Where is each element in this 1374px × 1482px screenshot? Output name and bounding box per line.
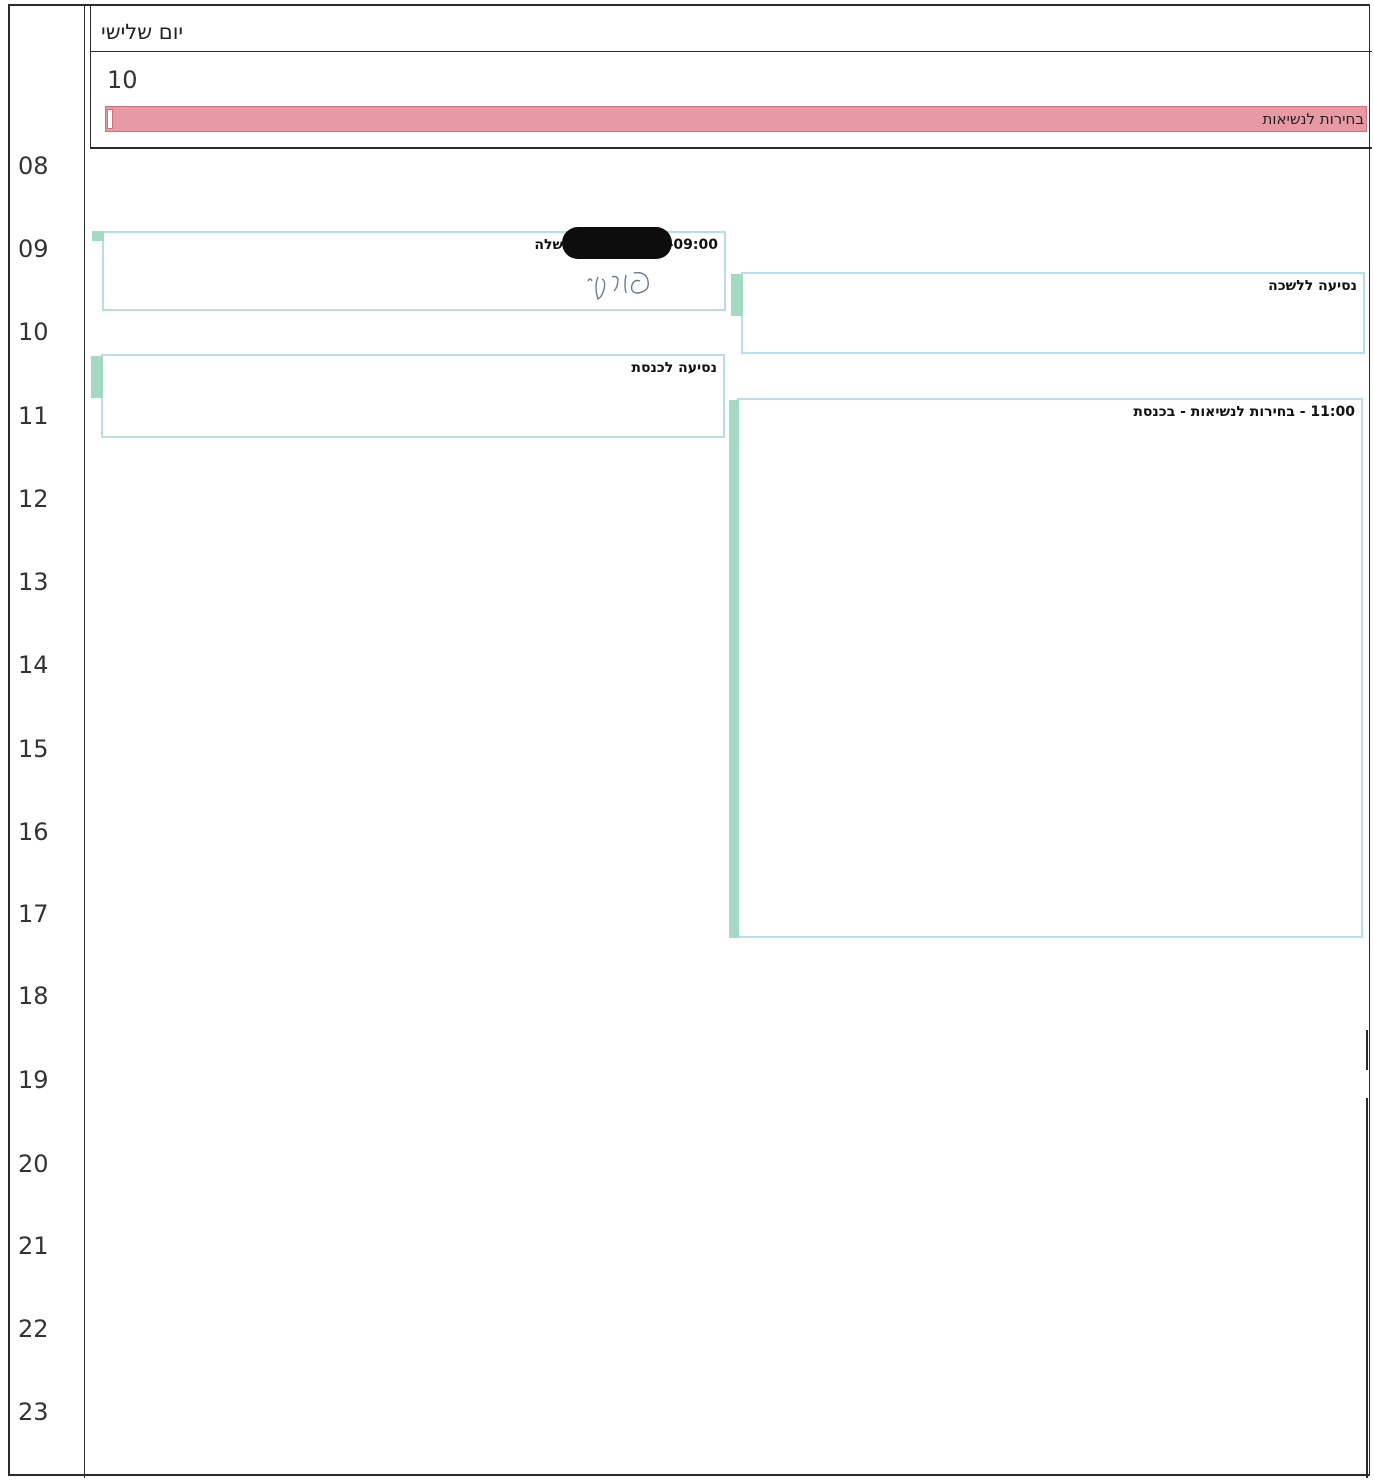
hour-label: 15 (18, 735, 49, 763)
date-row: 10 בחירות לנשיאות (90, 52, 1372, 148)
time-column-divider (84, 4, 85, 1478)
scan-edge-mark (1366, 1098, 1368, 1478)
event-title: נסיעה ללשכה (1268, 278, 1357, 294)
header-separator (90, 147, 1372, 149)
hour-label: 18 (18, 982, 49, 1010)
all-day-event-label: בחירות לנשיאות (1262, 110, 1365, 128)
day-header: יום שלישי (90, 6, 1372, 52)
hour-label: 16 (18, 818, 49, 846)
hour-label: 13 (18, 568, 49, 596)
event-card[interactable]: נסיעה ללשכה (731, 272, 1365, 354)
redaction-mark (562, 227, 672, 259)
date-number[interactable]: 10 (107, 66, 138, 94)
hour-label: 08 (18, 152, 49, 180)
hour-label: 23 (18, 1398, 49, 1426)
hour-label: 11 (18, 402, 49, 430)
all-day-event-handle[interactable] (107, 109, 113, 129)
event-stripe (731, 274, 743, 316)
hour-label: 20 (18, 1150, 49, 1178)
event-card[interactable]: נסיעה לכנסת (91, 354, 725, 438)
hour-label: 09 (18, 235, 49, 263)
hour-label: 22 (18, 1315, 49, 1343)
hour-label: 17 (18, 900, 49, 928)
event-title: 11:00 - בחירות לנשיאות - בכנסת (1133, 404, 1355, 420)
handwritten-annotation (587, 271, 649, 300)
hour-label: 21 (18, 1232, 49, 1260)
event-title: נסיעה לכנסת (631, 360, 717, 376)
event-stripe (729, 400, 739, 938)
hour-label: 10 (18, 318, 49, 346)
scan-edge-mark (1366, 1030, 1368, 1070)
hour-label: 12 (18, 485, 49, 513)
event-card[interactable]: 11:00 - בחירות לנשיאות - בכנסת (729, 398, 1363, 938)
hour-label: 14 (18, 651, 49, 679)
hour-label: 19 (18, 1066, 49, 1094)
event-stripe (91, 356, 103, 398)
event-stripe (92, 231, 104, 241)
day-name: יום שלישי (101, 20, 184, 44)
all-day-event[interactable]: בחירות לנשיאות (105, 106, 1367, 132)
